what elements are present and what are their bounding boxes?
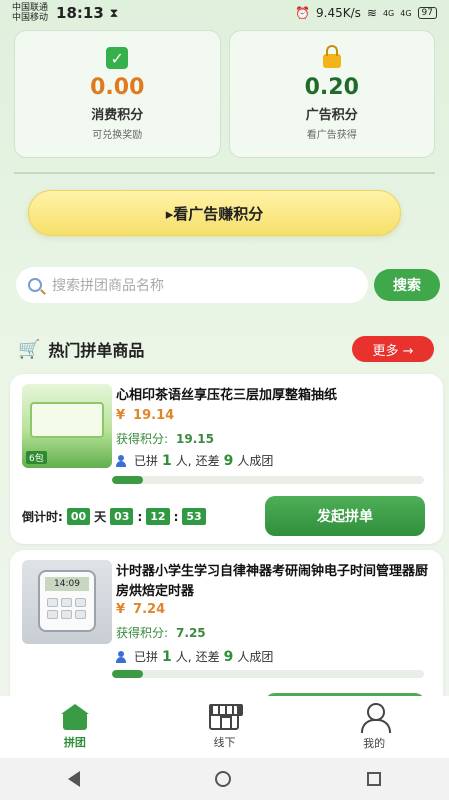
countdown-hours: 03 <box>110 508 134 525</box>
tab-group-buy[interactable]: 拼团 <box>35 704 115 750</box>
hot-products-header: 🛒 热门拼单商品 更多 → <box>18 334 434 364</box>
people-icon <box>116 454 130 467</box>
ad-points-card[interactable]: 0.20 广告积分 看广告获得 <box>228 30 435 158</box>
group-progress <box>112 670 424 678</box>
tab-label: 线下 <box>213 736 236 749</box>
hourglass-icon: ⧗ <box>109 5 119 20</box>
search-placeholder: 搜索拼团商品名称 <box>52 278 164 294</box>
countdown-days: 00 <box>66 508 91 525</box>
product-points: 获得积分: 7.25 <box>116 624 206 641</box>
countdown-minutes: 12 <box>146 508 170 525</box>
tab-label: 拼团 <box>63 736 86 749</box>
countdown: 倒计时: 00 天 03 : 12 : 53 <box>22 508 206 525</box>
points-label: 获得积分: <box>116 432 169 446</box>
status-right: ⏰ 9.45K/s ≋ 4G 4G 97 <box>295 6 437 20</box>
consume-points-value: 0.00 <box>90 75 145 100</box>
search-button[interactable]: 搜索 <box>374 269 440 301</box>
remain-prefix: 还差 <box>195 454 220 468</box>
remain-prefix: 还差 <box>195 650 220 664</box>
watch-ad-button[interactable]: ▸看广告赚积分 <box>28 190 401 236</box>
price-symbol: ¥ <box>116 408 126 423</box>
price-value: 7.24 <box>133 602 166 617</box>
carrier-2: 中国移动 <box>12 13 49 23</box>
points-value: 19.15 <box>176 432 215 446</box>
product-title: 计时器小学生学习自律神器考研闹钟电子时间管理器厨房烘焙定时器 <box>116 564 429 599</box>
bottom-tab-bar: 拼团 线下 我的 <box>0 696 449 758</box>
group-progress <box>112 476 424 484</box>
divider <box>14 172 435 174</box>
product-title: 心相印茶语丝享压花三层加厚整箱抽纸 <box>116 388 338 403</box>
product-price: ¥19.14 <box>116 408 174 423</box>
group-status: 已拼 1 人, 还差 9 人成团 <box>116 648 273 665</box>
tab-offline[interactable]: 线下 <box>184 704 264 750</box>
product-image[interactable]: 6包 <box>22 384 112 468</box>
product-points: 获得积分: 19.15 <box>116 430 214 447</box>
product-price: ¥7.24 <box>116 602 165 617</box>
countdown-day-unit: 天 <box>94 510 107 524</box>
network-speed: 9.45K/s <box>316 6 361 20</box>
joined-prefix: 已拼 <box>134 454 159 468</box>
wifi-icon: ≋ <box>366 6 377 20</box>
more-button[interactable]: 更多 → <box>352 336 434 362</box>
joined-count: 1 <box>162 452 172 469</box>
joined-unit: 人, <box>175 454 192 468</box>
product-card[interactable]: 14:09 计时器小学生学习自律神器考研闹钟电子时间管理器厨房烘焙定时器 ¥7.… <box>10 550 443 711</box>
check-icon: ✓ <box>106 47 129 69</box>
search-input[interactable]: 搜索拼团商品名称 <box>16 267 368 303</box>
remain-suffix: 人成团 <box>237 650 274 664</box>
countdown-label: 倒计时: <box>22 510 63 524</box>
status-bar: 中国联通 中国移动 18:13 ⧗ ⏰ 9.45K/s ≋ 4G 4G 97 <box>0 0 449 26</box>
group-progress-fill <box>112 476 144 484</box>
home-icon <box>60 704 89 730</box>
group-progress-fill <box>112 670 144 678</box>
system-nav-bar <box>0 758 449 800</box>
start-group-button[interactable]: 发起拼单 <box>265 496 425 536</box>
recents-icon[interactable] <box>367 772 382 786</box>
tab-label: 我的 <box>363 737 386 750</box>
tab-mine[interactable]: 我的 <box>334 703 414 751</box>
consume-points-card[interactable]: ✓ 0.00 消费积分 可兑换奖励 <box>14 30 221 158</box>
price-value: 19.14 <box>133 408 175 423</box>
group-status: 已拼 1 人, 还差 9 人成团 <box>116 452 273 469</box>
thumb-screen: 14:09 <box>45 577 89 591</box>
back-icon[interactable] <box>67 771 80 787</box>
status-time: 18:13 <box>56 4 104 22</box>
points-summary: ✓ 0.00 消费积分 可兑换奖励 0.20 广告积分 看广告获得 <box>14 30 435 158</box>
ad-points-title: 广告积分 <box>305 108 358 123</box>
joined-prefix: 已拼 <box>134 650 159 664</box>
user-icon <box>361 703 392 733</box>
joined-count: 1 <box>162 648 172 665</box>
ad-points-value: 0.20 <box>304 75 359 100</box>
carrier-info: 中国联通 中国移动 <box>12 3 48 23</box>
countdown-seconds: 53 <box>182 508 206 525</box>
search-row: 搜索拼团商品名称 搜索 <box>16 266 440 304</box>
price-symbol: ¥ <box>116 602 126 617</box>
lock-icon <box>321 45 343 69</box>
remain-suffix: 人成团 <box>237 454 274 468</box>
product-image[interactable]: 14:09 <box>22 560 112 644</box>
consume-points-subtitle: 可兑换奖励 <box>92 130 143 141</box>
search-icon <box>28 278 42 292</box>
points-value: 7.25 <box>176 626 206 640</box>
product-card[interactable]: 6包 心相印茶语丝享压花三层加厚整箱抽纸 ¥19.14 获得积分: 19.15 已… <box>10 374 443 544</box>
cart-icon: 🛒 <box>18 338 41 360</box>
home-circle-icon[interactable] <box>215 771 232 787</box>
store-icon <box>209 704 244 730</box>
points-label: 获得积分: <box>116 626 169 640</box>
signal-2: 4G <box>400 8 412 18</box>
thumb-badge: 6包 <box>26 451 47 464</box>
carrier-1: 中国联通 <box>12 3 49 13</box>
people-icon <box>116 650 130 663</box>
remain-count: 9 <box>223 648 234 665</box>
remain-count: 9 <box>223 452 234 469</box>
section-title: 热门拼单商品 <box>48 341 145 360</box>
joined-unit: 人, <box>175 650 192 664</box>
ad-points-subtitle: 看广告获得 <box>306 130 357 141</box>
battery-icon: 97 <box>417 7 437 19</box>
signal-1: 4G <box>382 8 395 18</box>
consume-points-title: 消费积分 <box>91 108 144 123</box>
alarm-icon: ⏰ <box>295 6 310 20</box>
